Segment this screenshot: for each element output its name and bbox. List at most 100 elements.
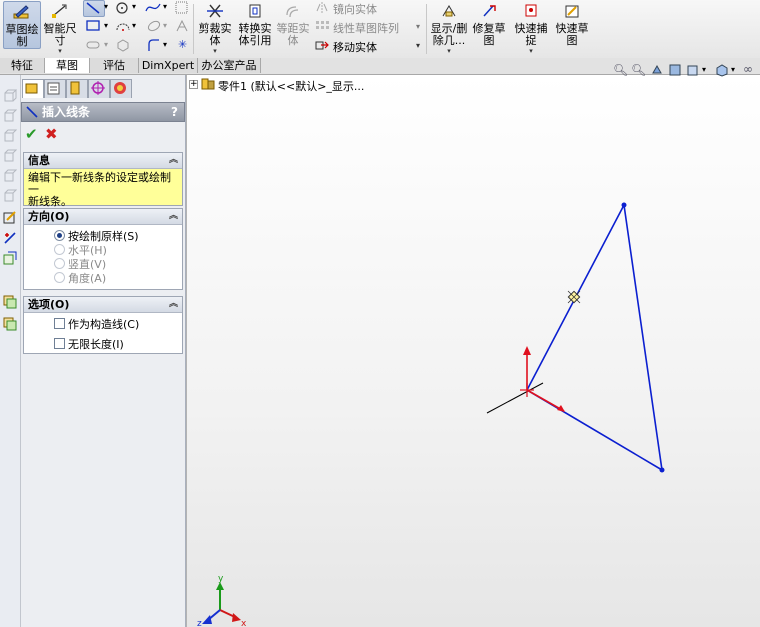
entity-icon[interactable] (3, 251, 17, 265)
polygon-tool-icon[interactable] (115, 38, 131, 52)
slot-tool-icon[interactable] (85, 38, 101, 52)
property-icon (47, 82, 60, 95)
info-message-line: 编辑下一新线条的设定或绘制一 (28, 171, 171, 196)
circle-tool-icon[interactable] (115, 1, 131, 15)
tab-configuration-manager[interactable] (66, 79, 88, 98)
pattern-dropdown-icon[interactable]: ▾ (416, 22, 420, 31)
orientation-group: 方向(O) ︽ 按绘制原样(S) 水平(H) 竖直(V) 角度(A) (23, 208, 183, 290)
property-manager-panel: 插入线条 ? ✔ ✖ 信息 ︽ 编辑下一新线条的设定或绘制一 新线条。 方向(O… (21, 75, 185, 627)
view-orientation-dropdown-icon[interactable]: ▾ (702, 65, 706, 74)
mirror-entities-label[interactable]: 镜向实体 (333, 1, 377, 17)
vertical-radio[interactable] (54, 258, 65, 269)
options-group-header[interactable]: 选项(O) ︽ (24, 297, 182, 313)
tab-evaluate[interactable]: 评估 (90, 58, 139, 73)
cancel-button[interactable]: ✖ (45, 125, 58, 143)
cube-view-icon[interactable] (3, 169, 17, 183)
quick-snaps-button[interactable]: 快速捕 捉 ▾ (512, 1, 550, 55)
sketch-line (623, 204, 663, 471)
as-sketched-radio[interactable] (54, 230, 65, 241)
cube-view-icon[interactable] (3, 109, 17, 123)
fillet-dropdown-icon[interactable]: ▾ (163, 40, 167, 49)
tab-office-products[interactable]: 办公室产品 (198, 58, 261, 73)
angle-label[interactable]: 角度(A) (68, 270, 106, 286)
orientation-group-header[interactable]: 方向(O) ︽ (24, 209, 182, 225)
cube-view-icon[interactable] (3, 189, 17, 203)
point-tool-icon[interactable]: ✳ (178, 38, 187, 51)
move-dropdown-icon[interactable]: ▾ (416, 41, 420, 50)
text-tool-icon[interactable] (175, 19, 189, 33)
ellipse-dropdown-icon[interactable]: ▾ (163, 21, 167, 30)
repair-sketch-button[interactable]: 修复草 图 (471, 1, 507, 47)
cube-view-icon[interactable] (3, 89, 17, 103)
line-tool-button[interactable] (83, 0, 105, 17)
cube-view-icon[interactable] (3, 129, 17, 143)
arc-dropdown-icon[interactable]: ▾ (132, 21, 136, 30)
tab-property-manager[interactable] (44, 79, 66, 98)
rectangle-tool-icon[interactable] (85, 19, 101, 33)
smart-dimension-button[interactable]: 智能尺 寸 ▾ (42, 1, 78, 55)
display-manager-icon (114, 82, 126, 94)
offset-entities-button[interactable]: 等距实 体 (276, 1, 310, 47)
cube-view-icon[interactable] (3, 149, 17, 163)
horizontal-radio[interactable] (54, 244, 65, 255)
trim-entities-button[interactable]: 剪裁实 体 ▾ (196, 1, 234, 55)
convert-label: 转换实 体引用 (238, 22, 272, 47)
rectangle-dropdown-icon[interactable]: ▾ (104, 21, 108, 30)
spline-dropdown-icon[interactable]: ▾ (163, 2, 167, 11)
sheet-icon[interactable] (3, 317, 17, 331)
tab-dimxpert-manager[interactable] (88, 79, 110, 98)
ok-button[interactable]: ✔ (25, 125, 38, 143)
add-relation-icon[interactable] (3, 231, 17, 245)
rapid-sketch-button[interactable]: 快速草 图 (553, 1, 591, 47)
ellipse-tool-icon[interactable] (146, 19, 162, 33)
graphics-area[interactable]: + 零件1 (默认<<默认>_显示... 🔍︎ 🔍︎ ▾ ▾ ∞ y x z (186, 62, 760, 627)
move-entities-icon[interactable] (315, 39, 329, 52)
info-message-line: 新线条。 (28, 195, 72, 208)
tab-sketch[interactable]: 草图 (45, 58, 90, 73)
infinite-length-label[interactable]: 无限长度(I) (68, 336, 124, 352)
slot-dropdown-icon[interactable]: ▾ (104, 40, 108, 49)
linear-pattern-label[interactable]: 线性草图阵列 (333, 20, 399, 36)
spline-tool-icon[interactable] (144, 1, 162, 15)
info-group: 信息 ︽ 编辑下一新线条的设定或绘制一 新线条。 (23, 152, 183, 208)
sheet-icon[interactable] (3, 295, 17, 309)
trim-icon (207, 4, 223, 18)
circle-dropdown-icon[interactable]: ▾ (132, 2, 136, 11)
relations-dropdown-icon[interactable]: ▾ (429, 47, 469, 56)
trim-dropdown-icon[interactable]: ▾ (196, 47, 234, 56)
construction-label[interactable]: 作为构造线(C) (68, 316, 139, 332)
fillet-tool-icon[interactable] (146, 38, 162, 52)
midpoint-marker (567, 290, 581, 304)
tab-dimxpert[interactable]: DimXpert (139, 58, 198, 73)
angle-radio[interactable] (54, 272, 65, 283)
tab-features[interactable]: 特征 (0, 58, 45, 73)
smart-dimension-dropdown-icon[interactable]: ▾ (42, 47, 78, 56)
arc-tool-icon[interactable] (115, 19, 131, 33)
sketch-canvas[interactable]: y x z (187, 75, 760, 627)
relation-icon[interactable] (3, 210, 17, 224)
linear-pattern-icon[interactable] (315, 20, 329, 33)
move-entities-label[interactable]: 移动实体 (333, 39, 377, 55)
construction-checkbox[interactable] (54, 318, 65, 329)
mirror-icon[interactable] (315, 1, 329, 14)
quick-snap-dropdown-icon[interactable]: ▾ (512, 47, 550, 56)
point-grid-icon[interactable] (175, 1, 189, 15)
collapse-icon[interactable]: ︽ (169, 297, 178, 312)
tab-display-manager[interactable] (110, 79, 132, 98)
property-manager-title-bar: 插入线条 ? (21, 102, 185, 122)
info-group-header[interactable]: 信息 ︽ (24, 153, 182, 169)
collapse-icon[interactable]: ︽ (169, 153, 178, 168)
infinite-length-checkbox[interactable] (54, 338, 65, 349)
tab-feature-manager[interactable] (22, 79, 44, 98)
help-button[interactable]: ? (171, 103, 178, 121)
display-style-dropdown-icon[interactable]: ▾ (731, 65, 735, 74)
display-delete-relations-button[interactable]: 显示/删 除几... ▾ (429, 1, 469, 55)
hide-show-icon[interactable]: ∞ (743, 62, 753, 76)
repair-sketch-icon (483, 5, 496, 17)
offset-icon (286, 6, 299, 18)
sketch-button[interactable]: 草图绘 制 (3, 1, 41, 49)
collapse-icon[interactable]: ︽ (169, 209, 178, 224)
command-manager-toolbar: 草图绘 制 智能尺 寸 ▾ ▾ ▾ ▾ ▾ ▾ ▾ ▾ ▾ ✳ 剪裁实 体 ▾ … (0, 0, 760, 59)
line-dropdown-icon[interactable]: ▾ (104, 2, 108, 11)
convert-entities-button[interactable]: 转换实 体引用 (235, 1, 275, 47)
